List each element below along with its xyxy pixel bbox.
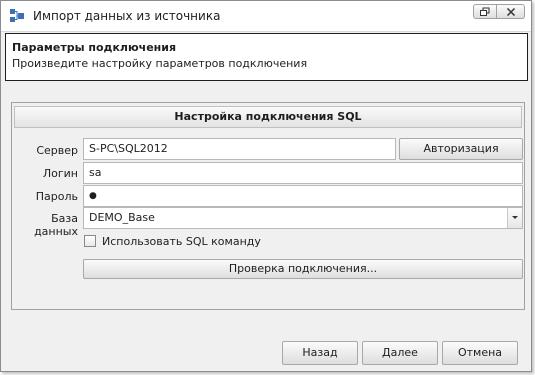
header-title: Параметры подключения <box>12 41 177 54</box>
restore-icon <box>480 7 490 16</box>
restore-button[interactable] <box>473 4 497 19</box>
import-app-icon <box>9 8 25 24</box>
server-input[interactable]: S-PC\SQL2012 <box>83 138 396 160</box>
close-button[interactable] <box>497 4 525 19</box>
title-bar[interactable]: Импорт данных из источника <box>1 1 531 32</box>
database-value: DEMO_Base <box>89 211 155 224</box>
group-title: Настройка подключения SQL <box>14 106 522 128</box>
login-input[interactable]: sa <box>83 162 523 184</box>
next-button[interactable]: Далее <box>362 341 438 365</box>
test-connection-button[interactable]: Проверка подключения... <box>83 259 523 279</box>
use-sql-label[interactable]: Использовать SQL команду <box>102 235 261 248</box>
password-input[interactable]: ● <box>83 185 523 207</box>
import-dialog: Импорт данных из источника Параметры под… <box>0 0 532 372</box>
login-label: Логин <box>42 167 78 180</box>
chevron-down-icon[interactable] <box>507 208 522 228</box>
window-title: Импорт данных из источника <box>33 9 221 23</box>
back-button[interactable]: Назад <box>282 341 358 365</box>
header-subtitle: Произведите настройку параметров подключ… <box>12 57 308 70</box>
close-icon <box>506 7 515 16</box>
header-panel: Параметры подключения Произведите настро… <box>5 33 528 81</box>
use-sql-checkbox[interactable] <box>84 235 96 247</box>
server-label: Сервер <box>36 144 78 157</box>
database-label: База данных <box>34 212 78 238</box>
password-label: Пароль <box>35 190 78 203</box>
windows-auth-button[interactable]: Авторизация Windows <box>399 138 523 175</box>
cancel-button[interactable]: Отмена <box>442 341 518 365</box>
database-select[interactable]: DEMO_Base <box>83 207 523 229</box>
